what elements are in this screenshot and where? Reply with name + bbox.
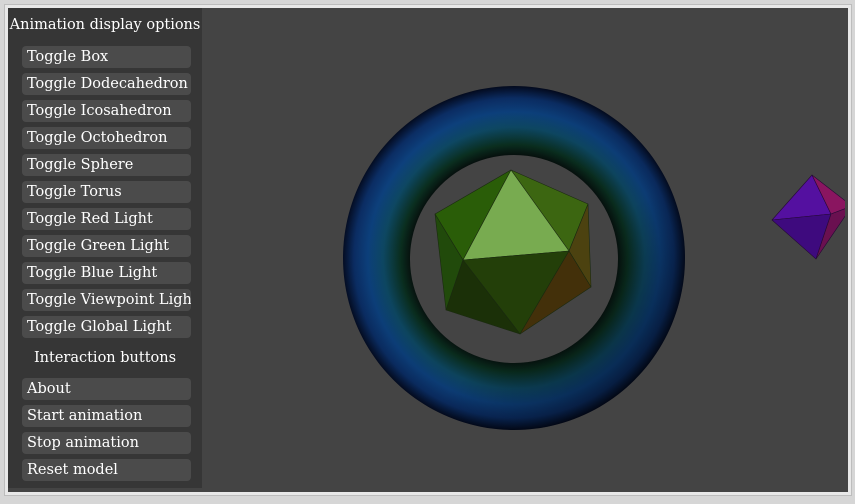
render-viewport[interactable]: [202, 8, 845, 489]
toggle-global-light-button[interactable]: Toggle Global Light: [22, 316, 191, 338]
reset-model-button[interactable]: Reset model: [22, 459, 191, 481]
toggle-sphere-button[interactable]: Toggle Sphere: [22, 154, 191, 176]
toggle-blue-light-button[interactable]: Toggle Blue Light: [22, 262, 191, 284]
interaction-title: Interaction buttons: [33, 350, 177, 366]
about-button[interactable]: About: [22, 378, 191, 400]
toggle-torus-button[interactable]: Toggle Torus: [22, 181, 191, 203]
toggle-dodecahedron-button[interactable]: Toggle Dodecahedron: [22, 73, 191, 95]
toggle-red-light-button[interactable]: Toggle Red Light: [22, 208, 191, 230]
toggle-octohedron-button[interactable]: Toggle Octohedron: [22, 127, 191, 149]
toggle-viewpoint-light-button[interactable]: Toggle Viewpoint Light: [22, 289, 191, 311]
toggle-box-button[interactable]: Toggle Box: [22, 46, 191, 68]
toggle-icosahedron-button[interactable]: Toggle Icosahedron: [22, 100, 191, 122]
sidebar: Animation display options Toggle Box Tog…: [8, 8, 202, 488]
start-animation-button[interactable]: Start animation: [22, 405, 191, 427]
toggle-green-light-button[interactable]: Toggle Green Light: [22, 235, 191, 257]
stop-animation-button[interactable]: Stop animation: [22, 432, 191, 454]
display-options-title: Animation display options: [9, 17, 201, 33]
scene-canvas[interactable]: [202, 8, 845, 489]
